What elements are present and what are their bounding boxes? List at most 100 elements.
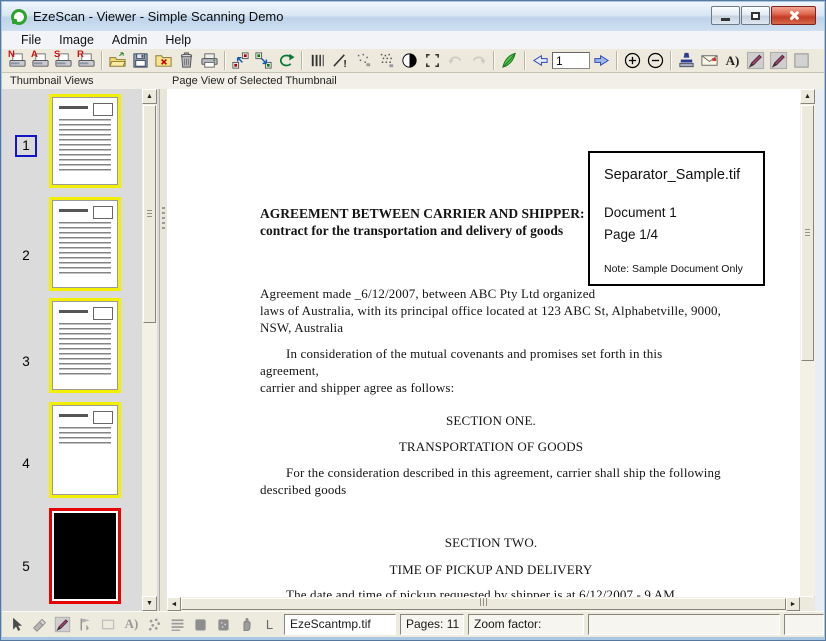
brightness-contrast-button[interactable]	[398, 50, 421, 71]
scan-rescan-button[interactable]: R	[75, 50, 98, 71]
scrollbar-thumb[interactable]	[181, 598, 786, 610]
panel-splitter[interactable]	[160, 89, 167, 611]
thumbnail-1[interactable]	[49, 94, 121, 188]
save-file-button[interactable]	[129, 50, 152, 71]
deskew-icon	[308, 51, 327, 70]
undo-button[interactable]	[444, 50, 467, 71]
flag-icon[interactable]	[75, 614, 96, 634]
status-filename: EzeScantmp.tif	[284, 614, 396, 635]
toolbar-separator	[493, 51, 495, 70]
document-paragraph: TRANSPORTATION OF GOODS	[260, 438, 722, 455]
delete-page-button[interactable]	[175, 50, 198, 71]
thumbnail-page-preview	[52, 97, 118, 185]
thumbnail-page-preview	[52, 200, 118, 288]
text-a-icon[interactable]: A)	[121, 614, 142, 634]
page-vertical-scrollbar[interactable]: ▲ ▼	[800, 89, 815, 611]
rect-icon[interactable]	[98, 614, 119, 634]
mini-text-lines	[59, 222, 110, 275]
prev-page-icon	[531, 51, 550, 70]
move-page-back-button[interactable]	[229, 50, 252, 71]
mini-heading	[59, 310, 88, 313]
scroll-right-button[interactable]: ►	[786, 597, 800, 611]
scan-new-button[interactable]: N	[6, 50, 29, 71]
despeckle-heavy-icon	[377, 51, 396, 70]
pen-icon[interactable]	[52, 614, 73, 634]
page-horizontal-scrollbar[interactable]: ◄ ►	[167, 597, 800, 611]
document-paragraph: For the consideration described in this …	[260, 464, 722, 498]
despeckle-light-button[interactable]	[352, 50, 375, 71]
ezescan-window: EzeScan - Viewer - Simple Scanning Demo …	[0, 0, 826, 641]
eraser-icon[interactable]	[29, 614, 50, 634]
blob-dots-icon[interactable]	[213, 614, 234, 634]
auto-deskew-button[interactable]: !	[329, 50, 352, 71]
minimize-button[interactable]	[711, 6, 740, 25]
zoom-in-button[interactable]	[621, 50, 644, 71]
scan-insert-button[interactable]: S	[52, 50, 75, 71]
scribble-icon[interactable]	[144, 614, 165, 634]
move-page-forward-button[interactable]	[252, 50, 275, 71]
highlight-pen-1-button[interactable]	[744, 50, 767, 71]
pattern-icon[interactable]	[167, 614, 188, 634]
menu-help[interactable]: Help	[156, 32, 200, 48]
scan-append-button[interactable]: A	[29, 50, 52, 71]
print-icon	[200, 51, 219, 70]
undo-icon	[446, 51, 465, 70]
status-zoom-factor: Zoom factor: 37.46%	[468, 614, 584, 635]
scrollbar-thumb[interactable]	[143, 105, 156, 323]
menu-file[interactable]: File	[12, 32, 50, 48]
rotate-page-icon	[277, 51, 296, 70]
open-file-icon	[108, 51, 127, 70]
maximize-button[interactable]	[741, 6, 770, 25]
thumbnail-3[interactable]	[49, 298, 121, 393]
close-button[interactable]	[771, 6, 816, 25]
thumbnail-scrollbar[interactable]: ▲ ▼	[142, 89, 157, 611]
text-annotation-button[interactable]: A)	[721, 50, 744, 71]
scroll-up-button[interactable]: ▲	[142, 89, 157, 104]
minimize-icon	[721, 18, 730, 21]
status-blank-panel	[588, 614, 780, 635]
mini-heading	[59, 414, 88, 417]
zoom-out-button[interactable]	[644, 50, 667, 71]
redo-button[interactable]	[467, 50, 490, 71]
cleanup-pen-button[interactable]	[498, 50, 521, 71]
pointer-icon[interactable]	[6, 614, 27, 634]
delete-file-button[interactable]	[152, 50, 175, 71]
mini-text-lines	[59, 427, 110, 446]
blob-icon[interactable]	[190, 614, 211, 634]
open-file-button[interactable]	[106, 50, 129, 71]
print-button[interactable]	[198, 50, 221, 71]
menu-admin[interactable]: Admin	[103, 32, 156, 48]
rotate-page-button[interactable]	[275, 50, 298, 71]
scan-letter-label: R	[77, 49, 84, 60]
hand-icon[interactable]	[236, 614, 257, 634]
redo-icon	[469, 51, 488, 70]
thumbnail-2[interactable]	[49, 197, 121, 291]
menu-image[interactable]: Image	[50, 32, 103, 48]
delete-file-icon	[154, 51, 173, 70]
crop-button[interactable]	[421, 50, 444, 71]
thumbnail-panel-header: Thumbnail Views	[10, 75, 94, 87]
next-page-button[interactable]	[590, 50, 613, 71]
mini-separator-box	[93, 206, 112, 219]
document-paragraph: TIME OF PICKUP AND DELIVERY	[260, 561, 722, 578]
scrollbar-thumb[interactable]	[801, 105, 814, 361]
select-region-button[interactable]	[790, 50, 813, 71]
page-number-input[interactable]	[552, 52, 590, 69]
highlight-pen-2-button[interactable]	[767, 50, 790, 71]
stamp-button[interactable]	[675, 50, 698, 71]
despeckle-light-icon	[354, 51, 373, 70]
mail-annotation-button[interactable]	[698, 50, 721, 71]
despeckle-heavy-button[interactable]	[375, 50, 398, 71]
thumbnail-5[interactable]	[49, 508, 121, 604]
scroll-down-button[interactable]: ▼	[142, 596, 157, 611]
title-bar[interactable]: EzeScan - Viewer - Simple Scanning Demo	[2, 2, 824, 31]
deskew-button[interactable]	[306, 50, 329, 71]
thumbnail-4[interactable]	[49, 402, 121, 498]
scroll-up-button[interactable]: ▲	[800, 89, 815, 104]
scan-letter-label: S	[54, 49, 60, 60]
toolbar-separator	[524, 51, 526, 70]
scroll-left-button[interactable]: ◄	[167, 597, 181, 611]
mail-annotation-icon	[700, 51, 719, 70]
prev-page-button[interactable]	[529, 50, 552, 71]
label-l-icon[interactable]: L	[259, 614, 280, 634]
